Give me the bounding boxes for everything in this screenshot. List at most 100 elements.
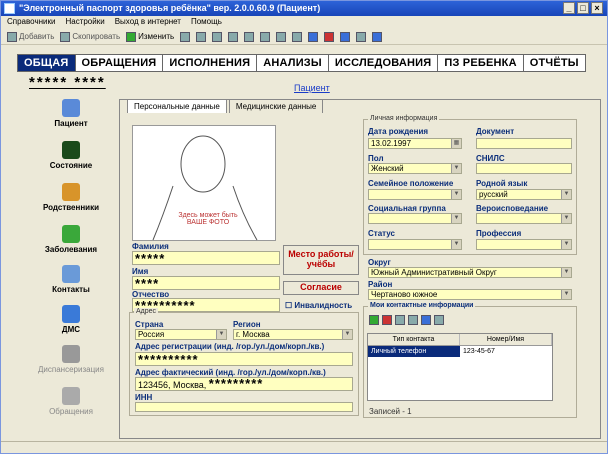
chevron-down-icon: ▼ [451, 240, 461, 249]
menu-item-internet[interactable]: Выход в интернет [115, 17, 181, 27]
preview-icon[interactable] [292, 31, 303, 42]
social-group-select[interactable]: ▼ [368, 213, 462, 224]
contacts-table-header: Тип контакта Номер/Имя [368, 334, 552, 346]
sidebar-item-dispensary[interactable]: Диспансеризация [31, 345, 111, 374]
photo-placeholder[interactable]: Здесь может быть ВАШЕ ФОТО [132, 125, 276, 241]
fact-address-field[interactable]: 123456, Москва, ********* [135, 377, 353, 391]
tab-analyses[interactable]: АНАЛИЗЫ [257, 55, 329, 71]
sidebar-item-patient[interactable]: Пациент [31, 99, 111, 128]
search-icon[interactable] [308, 31, 319, 42]
menu-bar: Справочники Настройки Выход в интернет П… [1, 16, 607, 28]
address-group-title: Адрес [134, 308, 159, 315]
add-contact-icon[interactable] [369, 315, 379, 325]
delete-contact-icon[interactable] [382, 315, 392, 325]
birth-date-field[interactable]: 13.02.1997 ▦ [368, 138, 462, 149]
native-language-select[interactable]: русский ▼ [476, 189, 572, 200]
social-group-label: Социальная группа [368, 204, 446, 213]
calendar-icon: ▦ [451, 139, 461, 148]
status-bar [1, 441, 607, 453]
copy-button[interactable]: Скопировать [60, 31, 120, 42]
registration-address-label: Адрес регистрации (инд. /гор./ул./дом/ко… [135, 342, 325, 351]
sidebar-item-visits[interactable]: Обращения [31, 387, 111, 416]
chevron-down-icon: ▼ [561, 190, 571, 199]
sidebar-item-condition[interactable]: Состояние [31, 141, 111, 170]
table-row[interactable]: Личный телефон 123-45-67 [368, 346, 552, 357]
chart-icon[interactable] [356, 31, 367, 42]
tab-personal-data[interactable]: Персональные данные [127, 99, 227, 113]
toolbar: Добавить Скопировать Изменить [1, 29, 607, 45]
window-title: "Электронный паспорт здоровья ребёнка" в… [19, 3, 321, 13]
edit-button[interactable]: Изменить [126, 31, 174, 42]
native-language-label: Родной язык [476, 179, 528, 188]
column-header[interactable]: Тип контакта [368, 334, 460, 345]
sidebar-item-dms[interactable]: ДМС [31, 305, 111, 334]
sidebar-item-diseases[interactable]: Заболевания [31, 225, 111, 254]
sidebar-item-relatives[interactable]: Родственники [31, 183, 111, 212]
refresh-icon[interactable] [324, 31, 335, 42]
marital-select[interactable]: ▼ [368, 189, 462, 200]
delete-icon[interactable] [212, 31, 223, 42]
column-header[interactable]: Номер/Имя [460, 334, 552, 345]
save-icon[interactable] [196, 31, 207, 42]
app-window: "Электронный паспорт здоровья ребёнка" в… [0, 0, 608, 454]
add-button[interactable]: Добавить [7, 31, 54, 42]
tab-medical-data[interactable]: Медицинские данные [228, 99, 324, 113]
chevron-down-icon: ▼ [216, 330, 226, 339]
refresh-contact-icon[interactable] [434, 315, 444, 325]
menu-item-directories[interactable]: Справочники [7, 17, 55, 27]
tab-child-health[interactable]: ПЗ РЕБЕНКА [438, 55, 524, 71]
dms-icon [62, 305, 80, 323]
tab-executions[interactable]: ИСПОЛНЕНИЯ [163, 55, 258, 71]
name-field[interactable]: **** [132, 276, 280, 290]
patient-link[interactable]: Пациент [294, 83, 330, 93]
document-label: Документ [476, 127, 515, 136]
sidebar-item-contacts[interactable]: Контакты [31, 265, 111, 294]
region-select[interactable]: г. Москва ▼ [233, 329, 353, 340]
menu-item-settings[interactable]: Настройки [65, 17, 104, 27]
move-contact-icon[interactable] [421, 315, 431, 325]
area-select[interactable]: Чертаново южное ▼ [368, 289, 572, 300]
tab-visits[interactable]: ОБРАЩЕНИЯ [76, 55, 164, 71]
inn-field[interactable] [135, 402, 353, 412]
surname-field[interactable]: ***** [132, 251, 280, 265]
status-select[interactable]: ▼ [368, 239, 462, 250]
name-label: Имя [132, 267, 149, 276]
maximize-button[interactable]: □ [577, 2, 589, 14]
table-cell: 123-45-67 [463, 348, 495, 355]
paste-icon[interactable] [260, 31, 271, 42]
table-cell: Личный телефон [368, 346, 460, 357]
minimize-button[interactable]: _ [563, 2, 575, 14]
user-icon[interactable] [372, 31, 383, 42]
registration-address-field[interactable]: ********** [135, 352, 353, 366]
tab-reports[interactable]: ОТЧЁТЫ [524, 55, 585, 71]
country-select[interactable]: Россия ▼ [135, 329, 227, 340]
cut-icon[interactable] [228, 31, 239, 42]
copy-clip-icon[interactable] [244, 31, 255, 42]
sidebar: Пациент Состояние Родственники Заболеван… [31, 99, 111, 429]
close-button[interactable]: × [591, 2, 603, 14]
copy-contact-icon[interactable] [408, 315, 418, 325]
religion-select[interactable]: ▼ [476, 213, 572, 224]
document-field[interactable] [476, 138, 572, 149]
region-label: Регион [233, 320, 261, 329]
sex-select[interactable]: Женский ▼ [368, 163, 462, 174]
consent-button[interactable]: Согласие [283, 281, 359, 295]
chevron-down-icon: ▼ [342, 330, 352, 339]
area-label: Район [368, 280, 393, 289]
disability-checkbox[interactable]: ☐ Инвалидность [285, 301, 352, 310]
export-icon[interactable] [340, 31, 351, 42]
menu-item-help[interactable]: Помощь [191, 17, 222, 27]
place-of-work-button[interactable]: Место работы/учёбы [283, 245, 359, 275]
print-icon[interactable] [276, 31, 287, 42]
district-select[interactable]: Южный Административный Округ ▼ [368, 267, 572, 278]
profession-select[interactable]: ▼ [476, 239, 572, 250]
contact-toolbar [369, 315, 444, 325]
chevron-down-icon: ▼ [561, 268, 571, 277]
snils-field[interactable] [476, 163, 572, 174]
district-label: Округ [368, 258, 391, 267]
status-label: Статус [368, 229, 395, 238]
tab-research[interactable]: ИССЛЕДОВАНИЯ [329, 55, 439, 71]
edit-contact-icon[interactable] [395, 315, 405, 325]
filter-icon[interactable] [180, 31, 191, 42]
tab-general[interactable]: ОБЩАЯ [18, 55, 76, 71]
